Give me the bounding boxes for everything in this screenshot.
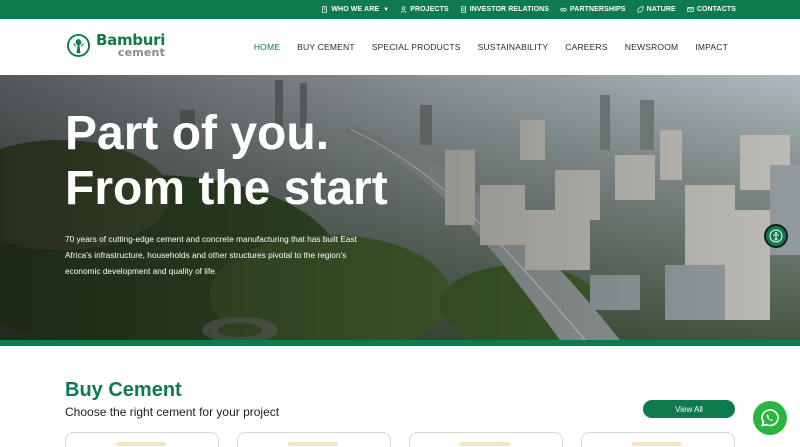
- topbar-item-investor-relations[interactable]: INVESTOR RELATIONS: [460, 6, 549, 13]
- leaf-icon: [636, 6, 644, 13]
- topbar-item-label: INVESTOR RELATIONS: [469, 6, 550, 13]
- page: WHO WE ARE ▼ PROJECTS INVESTOR RELATIONS…: [0, 0, 800, 447]
- nav-newsroom[interactable]: NEWSROOM: [625, 42, 679, 52]
- logo-emblem-icon: [66, 33, 91, 58]
- product-card[interactable]: [581, 432, 735, 447]
- hero-title-line-1: Part of you.: [65, 107, 330, 160]
- nav-special-products[interactable]: SPECIAL PRODUCTS: [372, 42, 461, 52]
- nav-buy-cement[interactable]: BUY CEMENT: [297, 42, 355, 52]
- hero-description: 70 years of cutting-edge cement and conc…: [65, 234, 357, 276]
- product-image: [460, 442, 510, 446]
- logo-wordmark: Bamburi cement: [96, 33, 166, 59]
- mail-icon: [687, 7, 694, 12]
- product-image: [288, 442, 338, 446]
- person-icon: [400, 6, 407, 13]
- section-subtitle: Choose the right cement for your project: [65, 405, 280, 419]
- handshake-icon: [560, 7, 568, 12]
- whatsapp-icon: [761, 409, 779, 427]
- topbar-item-projects[interactable]: PROJECTS: [400, 6, 449, 13]
- logo-sub-text: cement: [117, 46, 166, 59]
- hero-title: Part of you. From the start: [65, 106, 388, 216]
- topbar-item-who-we-are[interactable]: WHO WE ARE ▼: [321, 6, 389, 13]
- chevron-down-icon: ▼: [383, 6, 390, 13]
- document-icon: [460, 6, 466, 13]
- product-image: [116, 442, 166, 446]
- topbar-item-contacts[interactable]: CONTACTS: [687, 6, 736, 13]
- product-card[interactable]: [237, 432, 391, 447]
- nav-sustainability[interactable]: SUSTAINABILITY: [478, 42, 549, 52]
- whatsapp-chat-button[interactable]: [753, 401, 787, 435]
- product-image: [632, 442, 682, 446]
- main-nav: HOME BUY CEMENT SPECIAL PRODUCTS SUSTAIN…: [254, 19, 728, 75]
- section-title: Buy Cement: [65, 379, 182, 401]
- topbar-item-partnerships[interactable]: PARTNERSHIPS: [560, 6, 626, 13]
- accessibility-button[interactable]: [764, 224, 788, 248]
- topbar-item-label: PARTNERSHIPS: [570, 6, 626, 13]
- hero-banner: Part of you. From the start 70 years of …: [0, 75, 800, 340]
- buy-cement-section: Buy Cement Choose the right cement for y…: [0, 346, 800, 447]
- hero-title-line-2: From the start: [65, 162, 388, 215]
- nav-impact[interactable]: IMPACT: [695, 42, 728, 52]
- building-icon: [322, 6, 328, 13]
- product-card[interactable]: [65, 432, 219, 447]
- main-header: Bamburi cement HOME BUY CEMENT SPECIAL P…: [0, 19, 800, 75]
- topbar-item-nature[interactable]: NATURE: [636, 6, 676, 13]
- topbar-item-label: WHO WE ARE: [331, 6, 380, 13]
- topbar-item-label: PROJECTS: [410, 6, 449, 13]
- top-utility-bar: WHO WE ARE ▼ PROJECTS INVESTOR RELATIONS…: [0, 0, 800, 19]
- accessibility-icon: [769, 229, 783, 243]
- topbar-item-label: CONTACTS: [696, 6, 736, 13]
- logo[interactable]: Bamburi cement: [66, 33, 165, 58]
- nav-home[interactable]: HOME: [254, 42, 280, 52]
- view-all-button[interactable]: View All: [643, 400, 735, 418]
- nav-careers[interactable]: CAREERS: [565, 42, 608, 52]
- product-card[interactable]: [409, 432, 563, 447]
- topbar-item-label: NATURE: [646, 6, 676, 13]
